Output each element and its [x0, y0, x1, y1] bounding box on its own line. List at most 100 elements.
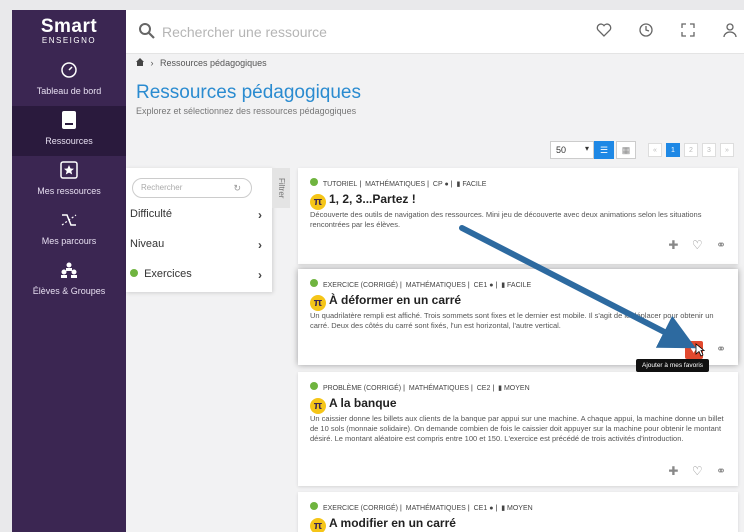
- star-box-icon: [12, 160, 126, 186]
- filter-difficulty[interactable]: Difficulté ›: [130, 208, 262, 226]
- per-page-select[interactable]: 50 ▾: [550, 141, 594, 159]
- sidebar-item-my-paths[interactable]: Mes parcours: [12, 206, 126, 256]
- card-title[interactable]: πA la banque: [310, 396, 397, 414]
- list-view-button[interactable]: ☰: [594, 141, 614, 159]
- card-title[interactable]: πA modifier en un carré: [310, 516, 456, 532]
- logo[interactable]: Smart ENSEIGNO: [12, 10, 126, 56]
- info-icon[interactable]: ●: [444, 181, 448, 188]
- card-title[interactable]: πÀ déformer en un carré: [310, 293, 461, 311]
- pi-icon: π: [310, 295, 326, 311]
- filter-search-input[interactable]: Rechercher ↻: [132, 178, 252, 198]
- sidebar-item-label: Tableau de bord: [36, 86, 102, 96]
- page-prev-button[interactable]: «: [648, 143, 662, 157]
- sidebar-item-label: Ressources: [45, 136, 93, 146]
- search-input[interactable]: [162, 20, 462, 44]
- card-description: Un caissier donne les billets aux client…: [310, 414, 724, 443]
- page-title: Ressources pédagogiques: [136, 82, 361, 103]
- app-window: Smart ENSEIGNO Tableau de bord Ressource…: [12, 10, 744, 532]
- filter-row-label: Difficulté: [130, 208, 172, 220]
- resource-card[interactable]: EXERCICE (CORRIGÉ) | MATHÉMATIQUES | CE1 ●…: [298, 492, 738, 532]
- link-icon[interactable]: ⚭: [716, 464, 726, 478]
- refresh-icon[interactable]: ↻: [233, 183, 241, 194]
- resource-card[interactable]: EXERCICE (CORRIGÉ) | MATHÉMATIQUES | CE1 ●…: [298, 269, 738, 365]
- page-2-button[interactable]: 2: [684, 143, 698, 157]
- difficulty-icon: ▮: [456, 181, 461, 188]
- status-dot-icon: [310, 502, 318, 510]
- info-icon[interactable]: ●: [489, 505, 493, 512]
- card-difficulty: FACILE: [462, 181, 487, 188]
- card-subject: MATHÉMATIQUES: [405, 282, 466, 289]
- sidebar-item-my-resources[interactable]: Mes ressources: [12, 156, 126, 206]
- status-dot-icon: [310, 382, 318, 390]
- card-title-text: A la banque: [329, 396, 397, 410]
- card-type: EXERCICE (CORRIGÉ): [322, 282, 399, 289]
- favorite-icon[interactable]: ♡: [692, 238, 703, 252]
- filter-search-placeholder: Rechercher: [141, 183, 183, 192]
- card-title-text: 1, 2, 3...Partez !: [329, 192, 416, 206]
- chevron-right-icon: ›: [258, 208, 262, 222]
- card-level: CP: [432, 181, 443, 188]
- info-icon[interactable]: ●: [489, 282, 493, 289]
- sidebar-item-resources[interactable]: Ressources: [12, 106, 126, 156]
- card-subject: MATHÉMATIQUES: [405, 505, 466, 512]
- difficulty-icon: ▮: [501, 282, 506, 289]
- route-icon: [12, 210, 126, 236]
- sidebar-item-dashboard[interactable]: Tableau de bord: [12, 56, 126, 106]
- tooltip: Ajouter à mes favoris: [636, 359, 710, 372]
- chevron-right-icon: ›: [258, 268, 262, 282]
- user-icon[interactable]: [720, 22, 740, 42]
- resource-card[interactable]: TUTORIEL | MATHÉMATIQUES | CP ● | ▮ FACILE …: [298, 168, 738, 264]
- card-difficulty: MOYEN: [507, 505, 533, 512]
- difficulty-icon: ▮: [501, 505, 506, 512]
- add-icon[interactable]: ✚: [668, 238, 678, 252]
- filter-row-label: Niveau: [130, 238, 165, 250]
- page-3-button[interactable]: 3: [702, 143, 716, 157]
- add-icon[interactable]: ✚: [668, 464, 678, 478]
- pi-icon: π: [310, 194, 326, 210]
- card-difficulty: MOYEN: [503, 385, 530, 392]
- page-next-button[interactable]: »: [720, 143, 734, 157]
- gauge-icon: [12, 60, 126, 86]
- filter-tab-label: Filtrer: [277, 177, 286, 199]
- card-actions: ✚ ♡ ⚭: [658, 464, 726, 478]
- logo-sub: ENSEIGNO: [41, 36, 97, 45]
- grid-view-button[interactable]: ▦: [616, 141, 636, 159]
- breadcrumb-current[interactable]: Ressources pédagogiques: [160, 58, 267, 68]
- filter-level[interactable]: Niveau ›: [130, 238, 262, 256]
- top-bar: [126, 10, 744, 54]
- status-dot-icon: [310, 178, 318, 186]
- status-dot-icon: [310, 279, 318, 287]
- card-title[interactable]: π 1, 2, 3...Partez !: [310, 192, 416, 210]
- link-icon[interactable]: ⚭: [716, 342, 726, 356]
- card-type: EXERCICE (CORRIGÉ): [322, 505, 399, 512]
- favorite-icon[interactable]: ♡: [692, 464, 703, 478]
- breadcrumb: › Ressources pédagogiques: [136, 58, 267, 68]
- pi-icon: π: [310, 518, 326, 532]
- search-icon: [138, 22, 158, 42]
- card-difficulty: FACILE: [507, 282, 532, 289]
- card-meta: EXERCICE (CORRIGÉ) | MATHÉMATIQUES | CE1 ●…: [310, 502, 533, 512]
- card-level: CE1: [473, 282, 488, 289]
- page-1-button[interactable]: 1: [666, 143, 680, 157]
- page-subtitle: Explorez et sélectionnez des ressources …: [136, 106, 357, 116]
- sidebar-item-label: Mes ressources: [37, 186, 101, 196]
- card-description: Découverte des outils de navigation des …: [310, 210, 702, 229]
- heart-icon[interactable]: [594, 22, 614, 42]
- per-page-value: 50: [556, 145, 567, 155]
- sidebar-item-students-groups[interactable]: Élèves & Groupes: [12, 256, 126, 306]
- card-level: CE1: [473, 505, 488, 512]
- filter-toggle-tab[interactable]: Filtrer: [272, 168, 290, 208]
- filter-exercises[interactable]: Exercices ›: [130, 268, 262, 286]
- card-meta: EXERCICE (CORRIGÉ) | MATHÉMATIQUES | CE1 ●…: [310, 279, 531, 289]
- home-icon[interactable]: [136, 58, 147, 68]
- resource-card[interactable]: PROBLÈME (CORRIGÉ) | MATHÉMATIQUES | CE2 | …: [298, 372, 738, 486]
- card-level: CE2: [476, 385, 491, 392]
- card-subject: MATHÉMATIQUES: [365, 181, 426, 188]
- filter-row-label: Exercices: [144, 268, 192, 280]
- card-meta: TUTORIEL | MATHÉMATIQUES | CP ● | ▮ FACILE: [310, 178, 486, 188]
- card-title-text: A modifier en un carré: [329, 516, 456, 530]
- link-icon[interactable]: ⚭: [716, 238, 726, 252]
- history-icon[interactable]: [636, 22, 656, 42]
- card-actions: ✚ ♡ ⚭: [658, 238, 726, 252]
- fullscreen-icon[interactable]: [678, 22, 698, 42]
